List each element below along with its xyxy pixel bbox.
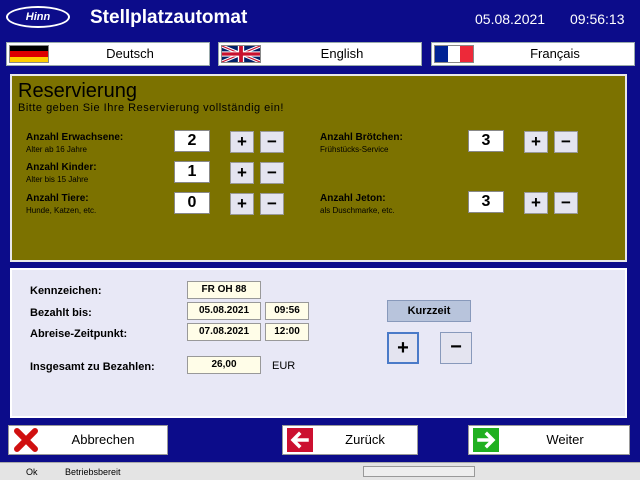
children-label: Anzahl Kinder: bbox=[26, 162, 97, 173]
header-time: 09:56:13 bbox=[570, 11, 625, 27]
reservation-title: Reservierung bbox=[18, 80, 137, 102]
booking-panel bbox=[10, 268, 627, 418]
departure-time: 12:00 bbox=[265, 323, 309, 341]
france-flag-icon bbox=[434, 45, 474, 63]
adults-plus-button[interactable]: + bbox=[230, 131, 254, 153]
reservation-subtitle: Bitte geben Sie Ihre Reservierung vollst… bbox=[18, 102, 284, 114]
rolls-minus-button[interactable]: − bbox=[554, 131, 578, 153]
header-date: 05.08.2021 bbox=[475, 11, 546, 27]
paid-until-time: 09:56 bbox=[265, 302, 309, 320]
time-minus-button[interactable]: − bbox=[440, 332, 472, 364]
tokens-sublabel: als Duschmarke, etc. bbox=[320, 206, 395, 215]
departure-date: 07.08.2021 bbox=[187, 323, 261, 341]
adults-minus-button[interactable]: − bbox=[260, 131, 284, 153]
rolls-sublabel: Frühstücks-Service bbox=[320, 145, 389, 154]
rolls-count: 3 bbox=[468, 130, 504, 152]
status-progress-bar bbox=[363, 466, 475, 477]
cancel-button[interactable]: Abbrechen bbox=[8, 425, 168, 455]
language-button-deutsch[interactable]: Deutsch bbox=[6, 42, 210, 66]
uk-flag-icon bbox=[221, 45, 261, 63]
rolls-plus-button[interactable]: + bbox=[524, 131, 548, 153]
app-window: Hinn Stellplatzautomat 05.08.2021 09:56:… bbox=[0, 0, 640, 480]
back-label: Zurück bbox=[345, 432, 385, 447]
page-title: Stellplatzautomat bbox=[90, 7, 248, 28]
next-button[interactable]: Weiter bbox=[468, 425, 630, 455]
language-label: Français bbox=[530, 46, 580, 61]
status-code: Ok bbox=[26, 467, 38, 477]
tokens-label: Anzahl Jeton: bbox=[320, 193, 386, 204]
tokens-minus-button[interactable]: − bbox=[554, 192, 578, 214]
total-amount: 26,00 bbox=[187, 356, 261, 374]
language-label: English bbox=[320, 46, 364, 61]
plate-label: Kennzeichen: bbox=[30, 285, 102, 297]
time-plus-button[interactable]: + bbox=[387, 332, 419, 364]
children-count: 1 bbox=[174, 161, 210, 183]
logo: Hinn bbox=[6, 6, 70, 28]
language-button-english[interactable]: English bbox=[218, 42, 422, 66]
kurzzeit-button[interactable]: Kurzzeit bbox=[387, 300, 471, 322]
next-label: Weiter bbox=[546, 432, 584, 447]
germany-flag-icon bbox=[9, 45, 49, 63]
arrow-left-icon bbox=[287, 428, 313, 452]
animals-label: Anzahl Tiere: bbox=[26, 193, 89, 204]
animals-sublabel: Hunde, Katzen, etc. bbox=[26, 206, 97, 215]
paid-until-label: Bezahlt bis: bbox=[30, 307, 92, 319]
adults-count: 2 bbox=[174, 130, 210, 152]
departure-label: Abreise-Zeitpunkt: bbox=[30, 328, 128, 340]
total-label: Insgesamt zu Bezahlen: bbox=[30, 361, 155, 373]
animals-count: 0 bbox=[174, 192, 210, 214]
status-bar: Ok Betriebsbereit bbox=[0, 462, 640, 480]
adults-label: Anzahl Erwachsene: bbox=[26, 132, 124, 143]
children-minus-button[interactable]: − bbox=[260, 162, 284, 184]
animals-minus-button[interactable]: − bbox=[260, 193, 284, 215]
arrow-right-icon bbox=[473, 428, 499, 452]
adults-sublabel: Alter ab 16 Jahre bbox=[26, 145, 87, 154]
paid-until-date: 05.08.2021 bbox=[187, 302, 261, 320]
language-label: Deutsch bbox=[106, 46, 154, 61]
currency-label: EUR bbox=[272, 360, 296, 372]
rolls-label: Anzahl Brötchen: bbox=[320, 132, 403, 143]
red-x-icon bbox=[13, 428, 39, 452]
language-button-francais[interactable]: Français bbox=[431, 42, 635, 66]
status-text: Betriebsbereit bbox=[65, 467, 121, 477]
back-button[interactable]: Zurück bbox=[282, 425, 418, 455]
children-sublabel: Alter bis 15 Jahre bbox=[26, 175, 89, 184]
animals-plus-button[interactable]: + bbox=[230, 193, 254, 215]
cancel-label: Abbrechen bbox=[71, 432, 135, 447]
plate-field[interactable]: FR OH 88 bbox=[187, 281, 261, 299]
children-plus-button[interactable]: + bbox=[230, 162, 254, 184]
tokens-plus-button[interactable]: + bbox=[524, 192, 548, 214]
tokens-count: 3 bbox=[468, 191, 504, 213]
